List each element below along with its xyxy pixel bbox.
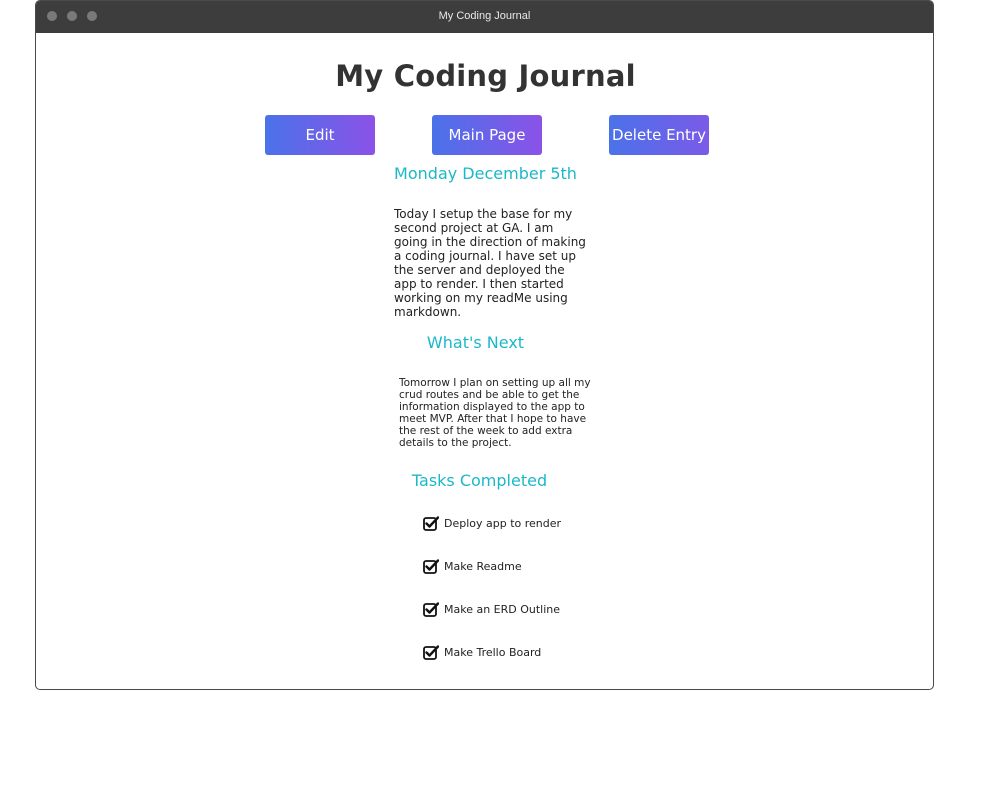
task-label: Make Readme	[444, 559, 522, 573]
window-title: My Coding Journal	[438, 10, 531, 22]
task-item: Make Trello Board	[423, 644, 541, 660]
edit-button[interactable]: Edit	[265, 115, 375, 155]
entry-date-heading: Monday December 5th	[394, 164, 577, 183]
tasks-completed-heading: Tasks Completed	[411, 471, 548, 490]
whats-next-text: Tomorrow I plan on setting up all my cru…	[399, 377, 591, 449]
checkbox-checked-icon[interactable]	[423, 515, 440, 531]
task-label: Make an ERD Outline	[444, 602, 561, 616]
task-item: Make Readme	[423, 558, 522, 574]
main-page-button[interactable]: Main Page	[432, 115, 542, 155]
window-titlebar[interactable]: My Coding Journal	[36, 1, 933, 33]
checkbox-checked-icon[interactable]	[423, 644, 440, 660]
checkbox-checked-icon[interactable]	[423, 601, 440, 617]
entry-body-text: Today I setup the base for my second pro…	[394, 207, 586, 319]
delete-entry-button[interactable]: Delete Entry	[609, 115, 709, 155]
checkbox-checked-icon[interactable]	[423, 558, 440, 574]
whats-next-heading: What's Next	[426, 333, 525, 352]
task-item: Make an ERD Outline	[423, 601, 560, 617]
task-item: Deploy app to render	[423, 515, 561, 531]
page-title: My Coding Journal	[335, 59, 636, 93]
task-label: Make Trello Board	[444, 645, 542, 659]
task-label: Deploy app to render	[444, 516, 562, 530]
app-window: My Coding Journal My Coding Journal Edit…	[35, 0, 934, 690]
